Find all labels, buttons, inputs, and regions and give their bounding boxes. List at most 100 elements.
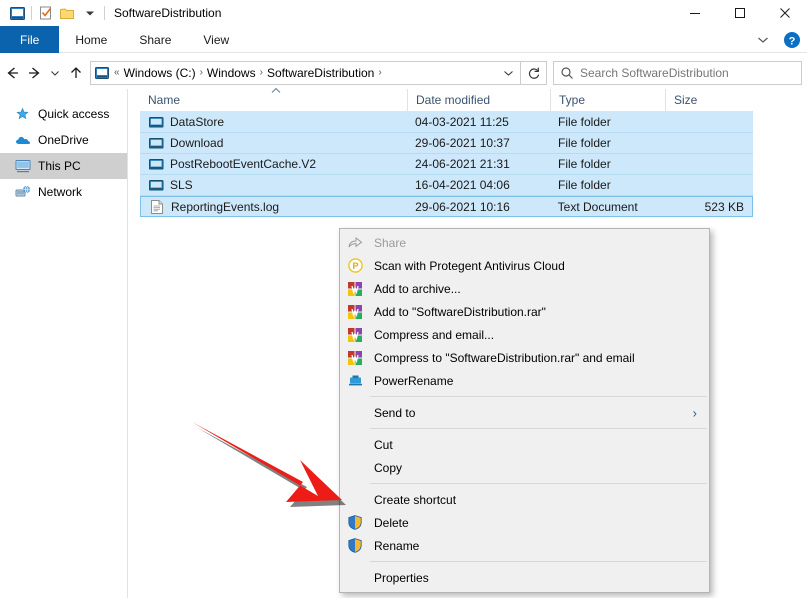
menu-label-delete: Delete	[370, 516, 409, 530]
tab-share[interactable]: Share	[123, 26, 187, 53]
navigation-pane: Quick access OneDrive This PC	[0, 89, 128, 598]
folder-icon	[148, 156, 164, 172]
breadcrumb-item-windows[interactable]: Windows	[204, 66, 259, 80]
close-button[interactable]	[762, 0, 807, 26]
menu-item-properties[interactable]: Properties	[340, 566, 709, 589]
breadcrumb-item-softwaredistribution[interactable]: SoftwareDistribution	[264, 66, 377, 80]
search-input[interactable]: Search SoftwareDistribution	[580, 66, 729, 80]
menu-label-create-shortcut: Create shortcut	[370, 493, 456, 507]
back-button[interactable]	[0, 59, 23, 87]
up-button[interactable]	[64, 59, 87, 87]
menu-item-rename[interactable]: Rename	[340, 534, 709, 557]
monitor-icon	[14, 158, 31, 175]
chevron-right-icon: ›	[693, 405, 697, 420]
ribbon-tabs: File Home Share View ?	[0, 26, 807, 53]
menu-item-powerrename[interactable]: PowerRename	[340, 369, 709, 392]
sidebar-item-this-pc[interactable]: This PC	[0, 153, 127, 179]
explorer-icon[interactable]	[6, 2, 28, 24]
refresh-button[interactable]	[521, 61, 547, 85]
table-row[interactable]: Download 29-06-2021 10:37 File folder	[140, 133, 753, 154]
menu-label-compress-and-email: Compress and email...	[370, 328, 494, 342]
file-name: SLS	[170, 178, 193, 192]
table-row[interactable]: DataStore 04-03-2021 11:25 File folder	[140, 112, 753, 133]
sidebar-item-network[interactable]: Network	[0, 179, 127, 205]
menu-label-send-to: Send to	[370, 406, 415, 420]
menu-item-compress-to-rar-and-email[interactable]: Compress to "SoftwareDistribution.rar" a…	[340, 346, 709, 369]
table-row[interactable]: PostRebootEventCache.V2 24-06-2021 21:31…	[140, 154, 753, 175]
qat-divider-2	[104, 6, 105, 20]
menu-item-create-shortcut[interactable]: Create shortcut	[340, 488, 709, 511]
menu-item-delete[interactable]: Delete	[340, 511, 709, 534]
folder-icon	[148, 114, 164, 130]
star-pin-icon	[14, 106, 31, 123]
sidebar-label-quick-access: Quick access	[38, 107, 109, 121]
tab-home[interactable]: Home	[59, 26, 123, 53]
cloud-icon	[14, 132, 31, 149]
search-box[interactable]: Search SoftwareDistribution	[553, 61, 802, 85]
menu-item-add-to-archive[interactable]: Add to archive...	[340, 277, 709, 300]
maximize-button[interactable]	[717, 0, 762, 26]
menu-separator	[370, 483, 707, 484]
menu-icon-placeholder	[348, 405, 370, 421]
properties-icon[interactable]	[35, 2, 57, 24]
menu-item-send-to[interactable]: Send to ›	[340, 401, 709, 424]
sidebar-label-this-pc: This PC	[38, 159, 81, 173]
column-header-name[interactable]: Name	[140, 89, 407, 112]
column-header-size[interactable]: Size	[665, 89, 753, 112]
menu-label-rename: Rename	[370, 539, 419, 553]
column-label-date-modified: Date modified	[416, 93, 490, 107]
tab-file[interactable]: File	[0, 26, 59, 53]
qat-divider-1	[31, 6, 32, 20]
table-row[interactable]: SLS 16-04-2021 04:06 File folder	[140, 175, 753, 196]
file-type: File folder	[550, 115, 665, 129]
customize-qat-icon[interactable]	[79, 2, 101, 24]
menu-item-compress-and-email[interactable]: Compress and email...	[340, 323, 709, 346]
column-headers: Name Date modified Type Size	[140, 89, 753, 112]
recent-locations-button[interactable]	[46, 59, 64, 87]
column-label-name: Name	[148, 93, 180, 107]
menu-label-share: Share	[370, 236, 406, 250]
folder-icon	[148, 135, 164, 151]
new-folder-icon[interactable]	[57, 2, 79, 24]
minimize-button[interactable]	[672, 0, 717, 26]
menu-label-add-to-rar: Add to "SoftwareDistribution.rar"	[370, 305, 546, 319]
menu-item-add-to-rar[interactable]: Add to "SoftwareDistribution.rar"	[340, 300, 709, 323]
file-type: File folder	[550, 157, 665, 171]
address-dropdown-icon[interactable]	[496, 69, 520, 77]
breadcrumb-overflow[interactable]: «	[113, 67, 121, 78]
menu-label-compress-to-rar-and-email: Compress to "SoftwareDistribution.rar" a…	[370, 351, 635, 365]
context-menu: Share P Scan with Protegent Antivirus Cl…	[339, 228, 710, 593]
help-icon[interactable]: ?	[781, 29, 803, 51]
text-file-icon	[149, 199, 165, 215]
file-rows: DataStore 04-03-2021 11:25 File folder D…	[140, 112, 753, 217]
menu-item-share[interactable]: Share	[340, 231, 709, 254]
menu-item-scan-with-protegent[interactable]: P Scan with Protegent Antivirus Cloud	[340, 254, 709, 277]
menu-label-properties: Properties	[370, 571, 429, 585]
forward-button[interactable]	[23, 59, 46, 87]
breadcrumb-separator-3[interactable]: ›	[377, 67, 382, 78]
file-name: DataStore	[170, 115, 224, 129]
breadcrumb-item-drive[interactable]: Windows (C:)	[121, 66, 199, 80]
file-type: Text Document	[550, 200, 665, 214]
address-bar[interactable]: « Windows (C:) › Windows › SoftwareDistr…	[90, 61, 521, 85]
ribbon-right-controls: ?	[753, 26, 803, 53]
tab-view[interactable]: View	[187, 26, 245, 53]
menu-item-copy[interactable]: Copy	[340, 456, 709, 479]
search-icon	[554, 66, 580, 80]
address-bar-row: « Windows (C:) › Windows › SoftwareDistr…	[0, 56, 807, 89]
protegent-icon: P	[348, 258, 370, 274]
column-label-type: Type	[559, 93, 585, 107]
menu-item-cut[interactable]: Cut	[340, 433, 709, 456]
column-header-type[interactable]: Type	[550, 89, 665, 112]
chevron-down-icon[interactable]	[753, 29, 773, 51]
menu-label-powerrename: PowerRename	[370, 374, 453, 388]
sidebar-item-quick-access[interactable]: Quick access	[0, 101, 127, 127]
folder-icon	[148, 177, 164, 193]
file-name: ReportingEvents.log	[171, 200, 279, 214]
sidebar-item-onedrive[interactable]: OneDrive	[0, 127, 127, 153]
file-name-cell: SLS	[140, 177, 407, 193]
table-row[interactable]: ReportingEvents.log 29-06-2021 10:16 Tex…	[140, 196, 753, 217]
file-date: 29-06-2021 10:37	[407, 136, 550, 150]
column-header-date-modified[interactable]: Date modified	[407, 89, 550, 112]
winrar-icon	[348, 327, 370, 343]
